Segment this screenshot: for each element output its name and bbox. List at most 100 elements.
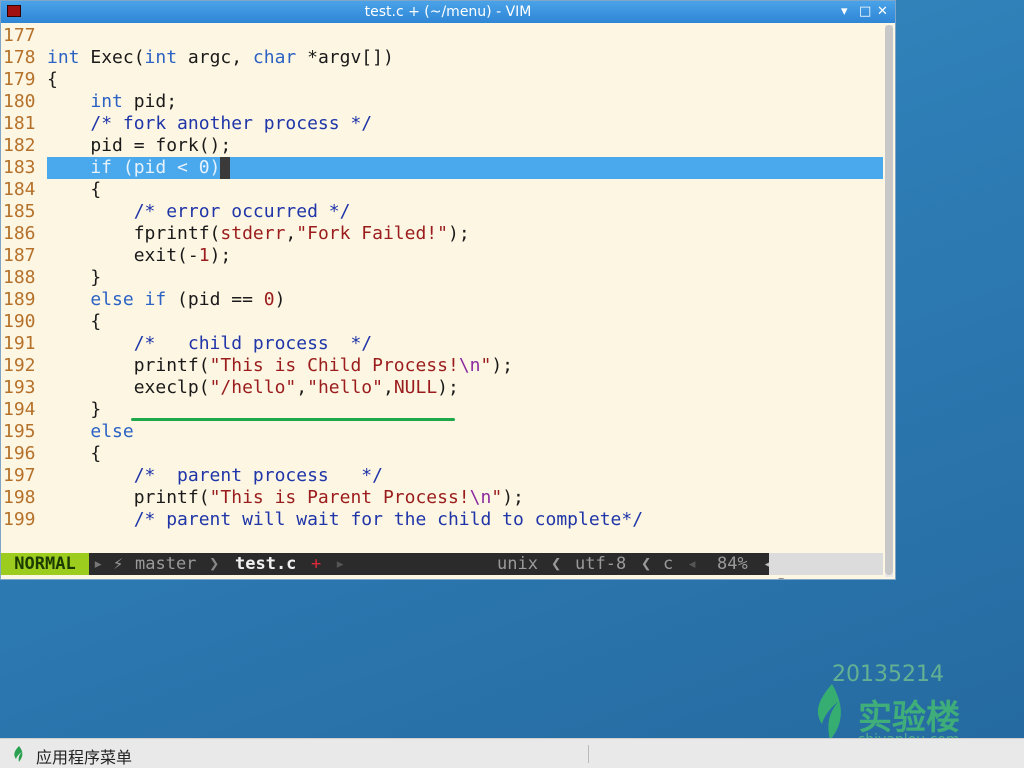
code-line[interactable]: 186 fprintf(stderr,"Fork Failed!"); bbox=[1, 223, 883, 245]
code-token: \n bbox=[458, 355, 481, 376]
chevron-left-icon: ❮ bbox=[641, 554, 652, 574]
taskbar: 应用程序菜单 bbox=[0, 738, 1024, 768]
code-token: ); bbox=[491, 355, 514, 376]
line-number: 183 bbox=[3, 157, 36, 178]
code-line[interactable]: 191 /* child process */ bbox=[1, 333, 883, 355]
shiyanlou-leaf-icon bbox=[817, 684, 841, 740]
line-number: 195 bbox=[3, 421, 36, 442]
code-token: ) bbox=[274, 289, 286, 310]
chevron-left-icon: ❮ bbox=[551, 554, 562, 574]
app-menu-button[interactable]: 应用程序菜单 bbox=[36, 744, 132, 768]
code-token: ); bbox=[209, 245, 232, 266]
code-token: /* fork another process */ bbox=[90, 113, 373, 134]
line-number: 180 bbox=[3, 91, 36, 112]
code-line[interactable]: 177 bbox=[1, 25, 883, 47]
code-token: "This is Child Process! bbox=[209, 355, 459, 376]
app-menu-icon[interactable] bbox=[10, 745, 26, 763]
code-line[interactable]: 181 /* fork another process */ bbox=[1, 113, 883, 135]
code-line[interactable]: 190 { bbox=[1, 311, 883, 333]
code-line[interactable]: 184 { bbox=[1, 179, 883, 201]
file-name: test.c bbox=[235, 554, 297, 574]
code-token: argc, bbox=[177, 47, 253, 68]
code-token: 1 bbox=[198, 245, 210, 266]
code-line[interactable]: 189 else if (pid == 0) bbox=[1, 289, 883, 311]
code-token: *argv[]) bbox=[296, 47, 394, 68]
cursor-position-box: ⁋ 183 : 17 bbox=[769, 553, 883, 579]
code-line[interactable]: 196 { bbox=[1, 443, 883, 465]
code-token: printf( bbox=[47, 487, 210, 508]
code-token: NULL bbox=[393, 377, 438, 398]
line-number: 190 bbox=[3, 311, 36, 332]
code-token: (pid == bbox=[166, 289, 264, 310]
code-token: "This is Parent Process! bbox=[209, 487, 470, 508]
line-number: 184 bbox=[3, 179, 36, 200]
code-token: printf( bbox=[47, 355, 210, 376]
code-line[interactable]: 199 /* parent will wait for the child to… bbox=[1, 509, 883, 531]
mode-indicator: NORMAL bbox=[1, 553, 89, 575]
line-number: 179 bbox=[3, 69, 36, 90]
code-line[interactable]: 197 /* parent process */ bbox=[1, 465, 883, 487]
scrollbar-thumb[interactable] bbox=[885, 25, 893, 575]
code-line[interactable]: 178 int Exec(int argc, char *argv[]) bbox=[1, 47, 883, 69]
code-token: int bbox=[144, 47, 178, 68]
code-token: , bbox=[296, 377, 308, 398]
separator-arrow-icon: ◂ bbox=[687, 554, 698, 574]
minimize-button[interactable]: ▾ bbox=[841, 4, 848, 20]
line-number: 198 bbox=[3, 487, 36, 508]
line-number: 192 bbox=[3, 355, 36, 376]
code-line[interactable]: 195 else bbox=[1, 421, 883, 443]
line-number: 197 bbox=[3, 465, 36, 486]
line-number: 194 bbox=[3, 399, 36, 420]
taskbar-divider bbox=[588, 745, 589, 763]
code-token: { bbox=[47, 443, 102, 464]
code-token: ); bbox=[447, 223, 470, 244]
code-token: " bbox=[480, 355, 492, 376]
line-number: 188 bbox=[3, 267, 36, 288]
code-token: /* parent will wait for the child to com… bbox=[133, 509, 644, 530]
code-token: else bbox=[90, 421, 134, 442]
separator-arrow-icon: ▸ bbox=[335, 554, 346, 574]
code-token: } bbox=[47, 399, 102, 420]
line-number: 182 bbox=[3, 135, 36, 156]
code-line[interactable]: 179 { bbox=[1, 69, 883, 91]
code-line[interactable]: 193 execlp("/hello","hello",NULL); bbox=[1, 377, 883, 399]
scroll-percent: 84% bbox=[717, 554, 748, 574]
code-token: pid = fork(); bbox=[47, 135, 232, 156]
code-line[interactable]: 182 pid = fork(); bbox=[1, 135, 883, 157]
line-number: 191 bbox=[3, 333, 36, 354]
code-line[interactable]: 198 printf("This is Parent Process!\n"); bbox=[1, 487, 883, 509]
code-editor[interactable]: 177 178 int Exec(int argc, char *argv[]) 17… bbox=[1, 23, 883, 579]
code-token: { bbox=[47, 179, 102, 200]
line-number: 177 bbox=[3, 25, 36, 46]
code-line[interactable]: 194 } bbox=[1, 399, 883, 421]
watermark-number: 20135214 bbox=[832, 662, 944, 687]
code-token: "/hello" bbox=[209, 377, 297, 398]
line-number: 189 bbox=[3, 289, 36, 310]
code-token: if (pid < 0) bbox=[47, 157, 221, 178]
code-line[interactable]: 183 if (pid < 0) bbox=[1, 157, 883, 179]
maximize-button[interactable]: □ bbox=[859, 4, 871, 20]
line-number: 186 bbox=[3, 223, 36, 244]
code-line[interactable]: 187 exit(-1); bbox=[1, 245, 883, 267]
code-token: int bbox=[90, 91, 123, 112]
code-token: \n bbox=[469, 487, 492, 508]
code-line[interactable]: 185 /* error occurred */ bbox=[1, 201, 883, 223]
line-number: 199 bbox=[3, 509, 36, 530]
code-token: ); bbox=[502, 487, 524, 508]
code-token: exit(- bbox=[47, 245, 199, 266]
code-token: } bbox=[47, 267, 102, 288]
code-token: pid; bbox=[122, 91, 178, 112]
code-token: else if bbox=[90, 289, 167, 310]
separator-arrow-icon: ▸ bbox=[93, 554, 104, 574]
code-token: execlp( bbox=[47, 377, 210, 398]
code-line[interactable]: 192 printf("This is Child Process!\n"); bbox=[1, 355, 883, 377]
window-titlebar[interactable]: test.c + (~/menu) - VIM ▾ □ ✕ bbox=[1, 1, 895, 23]
branch-icon: ⚡ bbox=[113, 554, 124, 574]
code-line[interactable]: 188 } bbox=[1, 267, 883, 289]
close-button[interactable]: ✕ bbox=[877, 4, 888, 20]
code-line[interactable]: 180 int pid; bbox=[1, 91, 883, 113]
file-encoding: utf-8 bbox=[575, 554, 627, 574]
